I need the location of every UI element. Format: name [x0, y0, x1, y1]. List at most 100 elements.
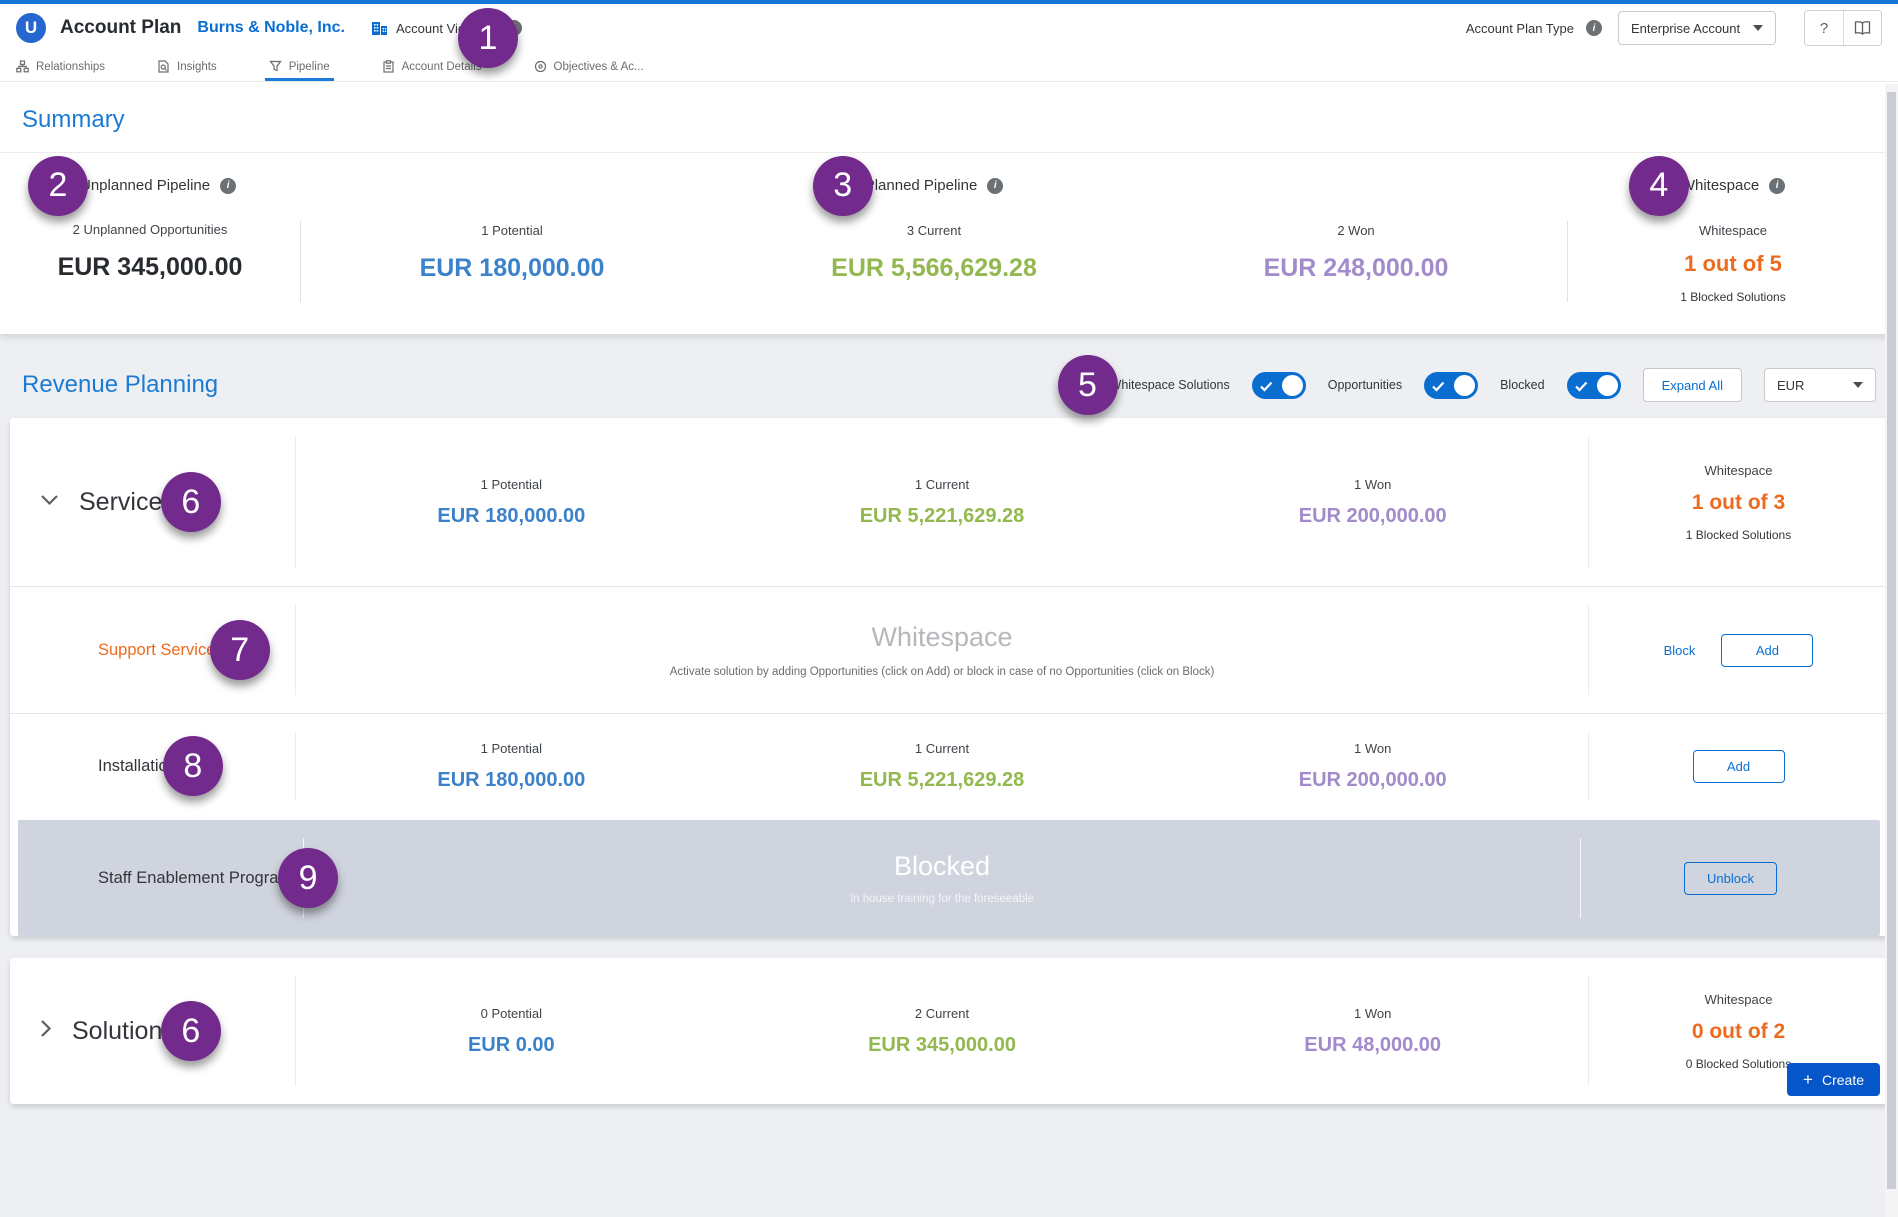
installation-won-stat: 1 Won EUR 200,000.00	[1157, 732, 1588, 800]
building-icon	[371, 20, 388, 37]
expand-chevron-right-icon[interactable]	[40, 1019, 52, 1043]
services-group-name: Services 6	[79, 488, 175, 517]
current-stat: 3 Current EUR 5,566,629.28	[723, 223, 1145, 283]
stat-label: 1 Won	[1354, 1006, 1391, 1021]
stat-value: EUR 5,221,629.28	[860, 505, 1025, 528]
annotation-badge-6b: 6	[161, 1001, 221, 1061]
document-search-icon	[157, 60, 170, 73]
services-potential-stat: 1 Potential EUR 180,000.00	[296, 436, 727, 568]
plan-type-select[interactable]: Enterprise Account	[1618, 11, 1776, 45]
annotation-badge-2: 2	[28, 156, 88, 216]
help-button[interactable]: ?	[1805, 11, 1843, 45]
tab-pipeline[interactable]: Pipeline	[267, 52, 332, 81]
whitespace-status-text: Whitespace	[871, 622, 1012, 653]
tab-label: Insights	[177, 61, 217, 73]
blocked-status-text: Blocked	[894, 851, 990, 882]
expand-all-button[interactable]: Expand All	[1643, 368, 1742, 402]
summary-section: Summary 2 Unplanned Pipeline i 2 Unplann…	[0, 82, 1898, 334]
account-name-link[interactable]: Burns & Noble, Inc.	[197, 19, 345, 37]
scrollbar-thumb[interactable]	[1887, 92, 1896, 1189]
tab-objectives[interactable]: Objectives & Ac...	[532, 52, 646, 81]
staff-enablement-name[interactable]: Staff Enablement Program 9	[98, 869, 292, 888]
annotation-badge-9: 9	[278, 848, 338, 908]
installation-stats-cell: 1 Potential EUR 180,000.00 1 Current EUR…	[295, 732, 1588, 800]
installation-potential-stat: 1 Potential EUR 180,000.00	[296, 732, 727, 800]
whitespace-blocked-count: 0 Blocked Solutions	[1686, 1057, 1791, 1071]
currency-select[interactable]: EUR	[1764, 368, 1876, 402]
org-chart-icon	[16, 60, 29, 73]
solutions-potential-stat: 0 Potential EUR 0.00	[296, 976, 727, 1086]
stat-label: 2 Current	[915, 1006, 969, 1021]
blocked-toggle[interactable]	[1567, 372, 1621, 399]
tab-insights[interactable]: Insights	[155, 52, 219, 81]
planned-pipeline-title-row: 3 Planned Pipeline i	[301, 177, 1567, 195]
tab-label: Relationships	[36, 61, 105, 73]
opportunities-toggle-label: Opportunities	[1328, 378, 1402, 392]
solutions-label-cell: Solutions 6	[10, 958, 295, 1104]
unplanned-pipeline-column: 2 Unplanned Pipeline i 2 Unplanned Oppor…	[0, 175, 300, 304]
whitespace-solutions-toggle[interactable]	[1252, 372, 1306, 399]
stat-label: 1 Won	[1354, 477, 1391, 492]
support-services-label-cell: Support Services 7	[10, 587, 295, 713]
blocked-toggle-label: Blocked	[1500, 378, 1544, 392]
installation-label-cell: Installation 8	[10, 714, 295, 818]
solutions-won-stat: 1 Won EUR 48,000.00	[1157, 976, 1588, 1086]
services-label-cell: Services 6	[10, 418, 295, 586]
stat-label: 1 Potential	[481, 741, 542, 756]
installation-name[interactable]: Installation 8	[98, 757, 177, 776]
whitespace-column: 4 Whitespace i Whitespace 1 out of 5 1 B…	[1568, 175, 1898, 304]
potential-value: EUR 180,000.00	[420, 254, 605, 283]
stat-value: EUR 0.00	[468, 1034, 555, 1057]
opportunities-toggle[interactable]	[1424, 372, 1478, 399]
revenue-planning-toolbar: Revenue Planning 5 Whitespace Solutions …	[0, 352, 1898, 418]
check-icon	[1575, 379, 1588, 397]
whitespace-help-message: Activate solution by adding Opportunitie…	[670, 666, 1215, 678]
whitespace-info-icon[interactable]: i	[1769, 178, 1785, 194]
plan-type-info-icon[interactable]: i	[1586, 20, 1602, 36]
unblock-button[interactable]: Unblock	[1684, 862, 1777, 895]
planned-pipeline-column: 3 Planned Pipeline i 1 Potential EUR 180…	[301, 175, 1567, 304]
stat-value: EUR 200,000.00	[1299, 769, 1447, 792]
plan-type-label: Account Plan Type	[1466, 21, 1574, 36]
annotation-badge-7: 7	[210, 620, 270, 680]
collapse-chevron-down-icon[interactable]	[40, 493, 59, 511]
solution-name-text: Support Services	[98, 641, 224, 659]
add-button[interactable]: Add	[1693, 750, 1785, 783]
toggle-knob	[1282, 375, 1303, 396]
whitespace-blocked-count: 1 Blocked Solutions	[1686, 528, 1791, 542]
support-actions-cell: Block Add	[1588, 605, 1888, 695]
stat-value: EUR 5,221,629.28	[860, 769, 1025, 792]
whitespace-blocked-count: 1 Blocked Solutions	[1680, 290, 1785, 304]
currency-value: EUR	[1777, 378, 1804, 393]
toggle-knob	[1454, 375, 1475, 396]
solutions-group-row: Solutions 6 0 Potential EUR 0.00 2 Curre…	[10, 958, 1888, 1104]
blocked-status-cell: Blocked In house training for the forese…	[303, 838, 1580, 918]
planned-info-icon[interactable]: i	[987, 178, 1003, 194]
unplanned-info-icon[interactable]: i	[220, 178, 236, 194]
won-label: 2 Won	[1337, 223, 1374, 238]
blocked-reason-text: In house training for the foreseeable	[850, 893, 1034, 905]
whitespace-solutions-toggle-label: 5 Whitespace Solutions	[1110, 378, 1230, 392]
page-title: Account Plan	[60, 17, 181, 39]
services-whitespace-stat: Whitespace 1 out of 3 1 Blocked Solution…	[1686, 463, 1791, 542]
annotation-badge-1: 1	[458, 8, 518, 68]
plus-icon: +	[1803, 1071, 1813, 1088]
create-button[interactable]: + Create	[1787, 1063, 1880, 1096]
whitespace-value: 1 out of 3	[1692, 491, 1785, 515]
guide-button[interactable]	[1843, 11, 1881, 45]
add-button[interactable]: Add	[1721, 634, 1813, 667]
annotation-badge-4: 4	[1629, 156, 1689, 216]
app-logo: U	[16, 13, 46, 43]
whitespace-stat-value: 1 out of 5	[1684, 251, 1782, 277]
current-value: EUR 5,566,629.28	[831, 254, 1037, 283]
tab-relationships[interactable]: Relationships	[14, 52, 107, 81]
installation-current-stat: 1 Current EUR 5,221,629.28	[727, 732, 1158, 800]
block-button[interactable]: Block	[1664, 643, 1696, 658]
stat-label: 1 Current	[915, 741, 969, 756]
support-services-name[interactable]: Support Services 7	[98, 641, 224, 660]
services-group-row: Services 6 1 Potential EUR 180,000.00 1 …	[10, 418, 1888, 586]
services-won-stat: 1 Won EUR 200,000.00	[1157, 436, 1588, 568]
services-whitespace-cell: Whitespace 1 out of 3 1 Blocked Solution…	[1588, 436, 1888, 568]
check-icon	[1432, 379, 1445, 397]
vertical-scrollbar	[1885, 84, 1898, 1217]
